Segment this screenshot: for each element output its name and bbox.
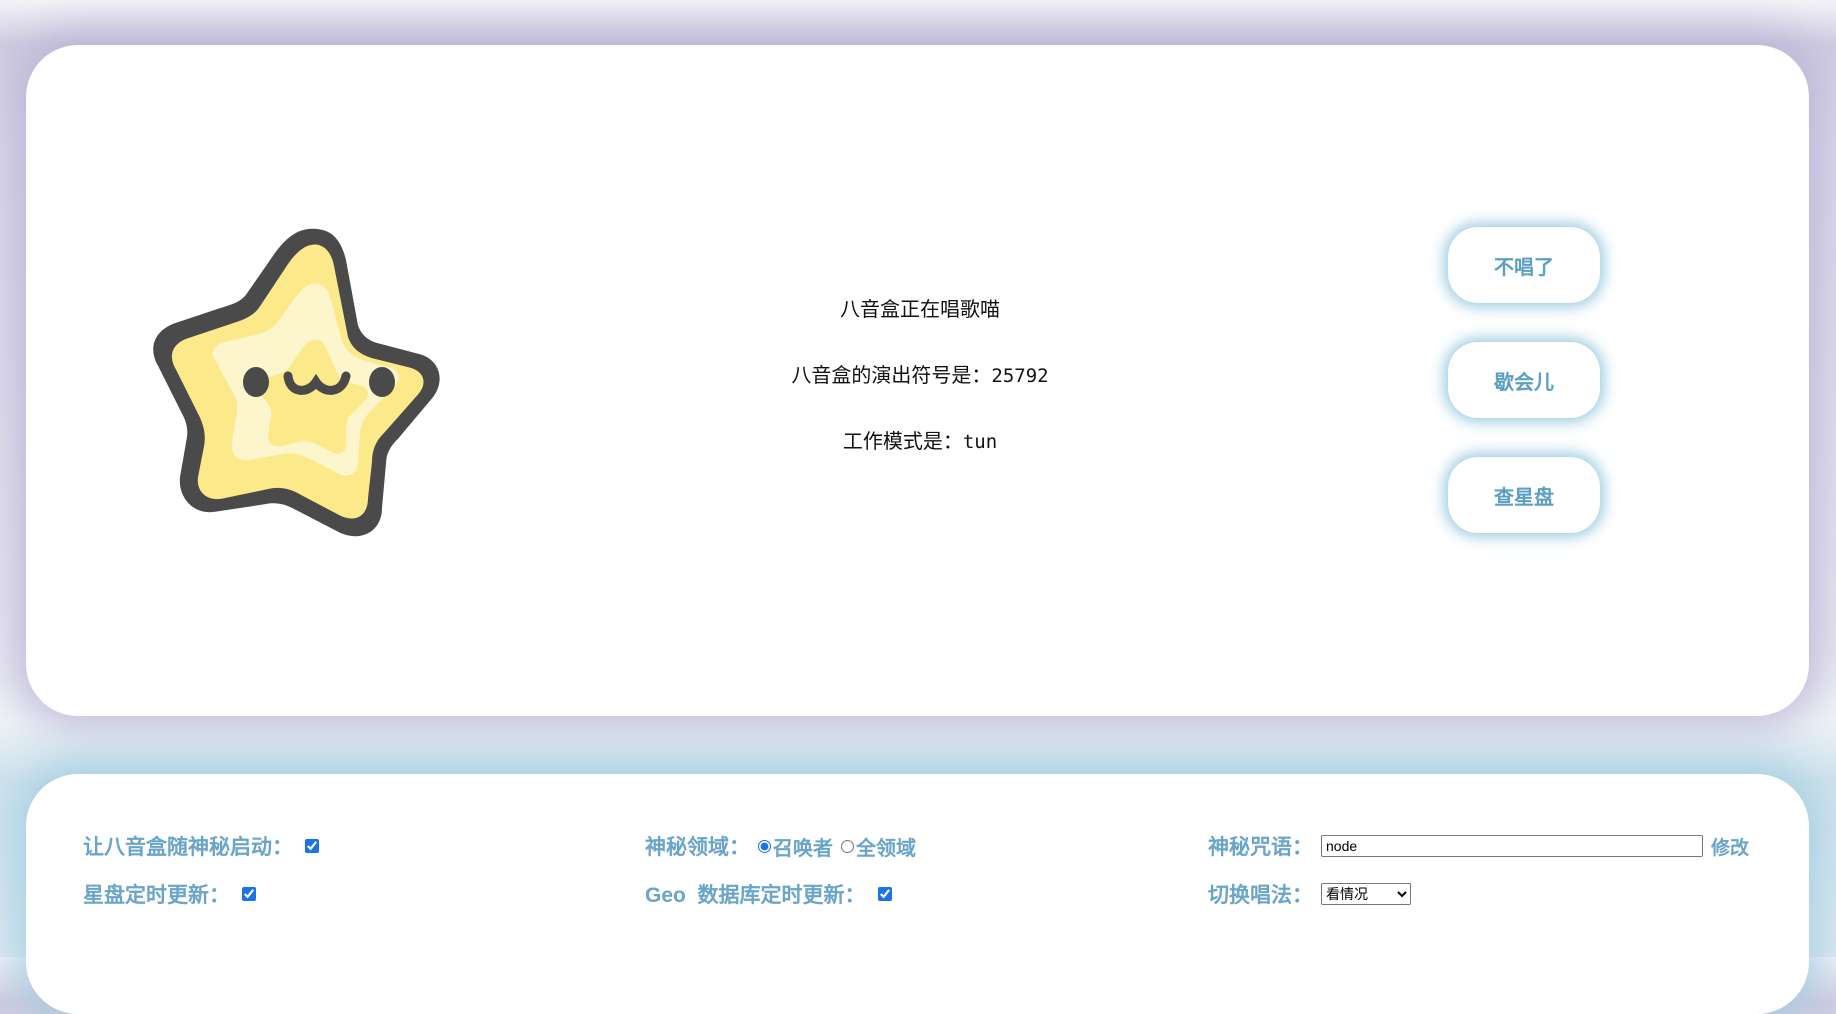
geo-update-checkbox[interactable] — [877, 887, 892, 901]
status-pid-line: 八音盒的演出符号是：25792 — [620, 364, 1220, 388]
spell-setting: 神秘咒语： 修改 — [1208, 831, 1749, 861]
mode-label: 切换唱法： — [1208, 884, 1313, 907]
geo-update-setting: Geo 数据库定时更新： — [645, 879, 892, 909]
domain-option-summoner[interactable]: 召唤者 — [773, 832, 833, 861]
domain-label: 神秘领域： — [645, 836, 750, 859]
star-mascot-icon — [153, 228, 440, 537]
autostart-setting: 让八音盒随神秘启动： — [83, 831, 319, 861]
starchart-update-checkbox[interactable] — [242, 887, 256, 901]
status-panel: 八音盒正在唱歌喵 八音盒的演出符号是：25792 工作模式是：tun — [620, 298, 1220, 496]
rest-button[interactable]: 歇会儿 — [1448, 342, 1600, 418]
status-mode-line: 工作模式是：tun — [620, 430, 1220, 454]
mode-setting: 切换唱法： 看情况 — [1208, 879, 1411, 909]
status-pid-value: 25792 — [991, 365, 1049, 387]
status-mode-label: 工作模式是： — [842, 431, 963, 453]
spell-input[interactable] — [1321, 835, 1703, 857]
domain-setting: 神秘领域： 召唤者 全领域 — [645, 831, 916, 861]
starchart-update-setting: 星盘定时更新： — [83, 879, 256, 909]
geo-update-label: Geo 数据库定时更新： — [645, 884, 866, 907]
domain-option-global[interactable]: 全领域 — [856, 832, 916, 861]
mode-select[interactable]: 看情况 — [1321, 883, 1411, 905]
domain-radio-summoner[interactable] — [758, 839, 771, 853]
spell-edit-link[interactable]: 修改 — [1711, 833, 1749, 860]
autostart-checkbox[interactable] — [305, 839, 319, 853]
autostart-label: 让八音盒随神秘启动： — [83, 836, 293, 859]
status-running-text: 八音盒正在唱歌喵 — [840, 299, 1000, 321]
starchart-update-label: 星盘定时更新： — [83, 884, 230, 907]
check-starchart-button[interactable]: 查星盘 — [1448, 457, 1600, 533]
settings-card — [26, 774, 1809, 1014]
spell-label: 神秘咒语： — [1208, 836, 1313, 859]
status-mode-value: tun — [962, 431, 998, 453]
status-pid-label: 八音盒的演出符号是： — [791, 365, 992, 387]
star-right-eye — [369, 367, 395, 397]
stop-button[interactable]: 不唱了 — [1448, 227, 1600, 303]
star-left-eye — [243, 367, 269, 397]
domain-radio-global[interactable] — [841, 839, 854, 853]
